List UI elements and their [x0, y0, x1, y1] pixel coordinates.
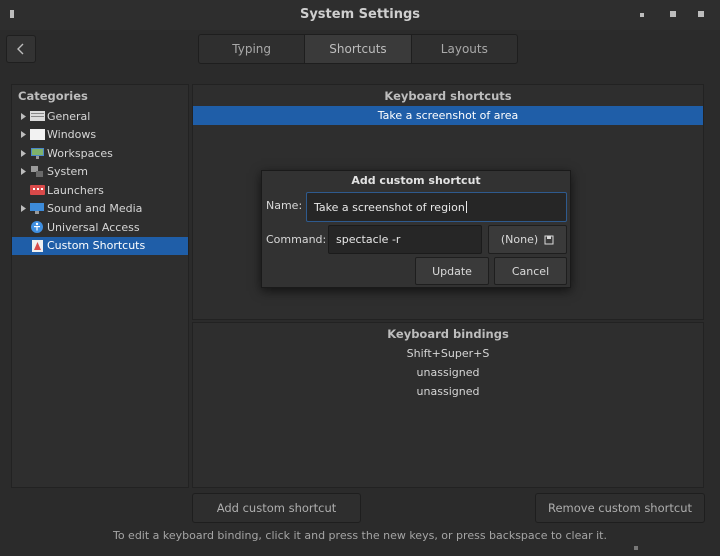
- command-label: Command:: [266, 233, 327, 246]
- categories-header: Categories: [18, 89, 88, 103]
- close-icon[interactable]: [698, 11, 704, 17]
- name-input-value: Take a screenshot of region: [314, 200, 465, 214]
- sidebar-item-label: Launchers: [47, 183, 104, 197]
- sidebar-item-label: Universal Access: [47, 220, 140, 234]
- system-icon: [29, 166, 45, 178]
- maximize-icon[interactable]: [670, 11, 676, 17]
- sidebar-item-general[interactable]: General: [12, 107, 188, 126]
- minimize-icon[interactable]: [640, 13, 644, 17]
- launchers-icon: [29, 184, 45, 196]
- sidebar-item-universal-access[interactable]: Universal Access: [12, 218, 188, 237]
- command-file-button-label: (None): [500, 233, 539, 246]
- sidebar-item-sound-and-media[interactable]: Sound and Media: [12, 200, 188, 219]
- universal-access-icon: [29, 221, 45, 234]
- sidebar-item-custom-shortcuts[interactable]: Custom Shortcuts: [12, 236, 188, 255]
- windows-icon: [29, 129, 45, 141]
- chevron-left-icon: [17, 43, 24, 55]
- file-icon: [544, 235, 554, 244]
- custom-shortcuts-icon: [29, 239, 45, 252]
- update-button[interactable]: Update: [415, 257, 489, 285]
- add-custom-shortcut-dialog: Add custom shortcut Name: Take a screens…: [261, 170, 571, 288]
- keyboard-shortcuts-header: Keyboard shortcuts: [384, 89, 512, 103]
- binding-row[interactable]: unassigned: [193, 363, 703, 382]
- tab-typing[interactable]: Typing: [199, 35, 306, 63]
- expand-arrow-icon[interactable]: [17, 112, 29, 120]
- name-input[interactable]: Take a screenshot of region: [306, 192, 567, 222]
- command-file-button[interactable]: (None): [488, 225, 567, 254]
- hint-text: To edit a keyboard binding, click it and…: [112, 529, 607, 542]
- keyboard-bindings-panel: Keyboard bindings Shift+Super+S unassign…: [192, 322, 704, 488]
- sidebar-item-system[interactable]: System: [12, 163, 188, 182]
- add-custom-shortcut-button[interactable]: Add custom shortcut: [192, 493, 361, 523]
- cancel-button[interactable]: Cancel: [494, 257, 567, 285]
- general-icon: [29, 110, 45, 122]
- sidebar-item-launchers[interactable]: Launchers: [12, 181, 188, 200]
- text-caret: [465, 201, 467, 213]
- workspaces-icon: [29, 147, 45, 159]
- sidebar-item-windows[interactable]: Windows: [12, 126, 188, 145]
- tab-bar: Typing Shortcuts Layouts: [198, 34, 518, 64]
- binding-row[interactable]: Shift+Super+S: [193, 344, 703, 363]
- resize-grip-icon[interactable]: [634, 546, 638, 550]
- window-title: System Settings: [299, 7, 421, 22]
- tab-layouts[interactable]: Layouts: [412, 35, 517, 63]
- command-input[interactable]: spectacle -r: [328, 225, 482, 254]
- back-button[interactable]: [6, 35, 36, 63]
- sidebar-item-label: Custom Shortcuts: [47, 239, 146, 253]
- name-label: Name:: [266, 199, 303, 212]
- expand-arrow-icon[interactable]: [17, 168, 29, 176]
- remove-custom-shortcut-button[interactable]: Remove custom shortcut: [535, 493, 705, 523]
- tab-shortcuts[interactable]: Shortcuts: [305, 35, 412, 63]
- categories-list: Categories General Windows Workspaces Sy…: [11, 84, 189, 488]
- sidebar-item-workspaces[interactable]: Workspaces: [12, 144, 188, 163]
- binding-row[interactable]: unassigned: [193, 382, 703, 401]
- sound-media-icon: [29, 203, 45, 215]
- dialog-title: Add custom shortcut: [351, 174, 481, 187]
- shortcut-row[interactable]: Take a screenshot of area: [193, 106, 703, 125]
- expand-arrow-icon[interactable]: [17, 205, 29, 213]
- sidebar-item-label: Windows: [47, 128, 97, 142]
- keyboard-bindings-header: Keyboard bindings: [387, 327, 509, 341]
- sidebar-item-label: Sound and Media: [47, 202, 143, 216]
- command-input-value: spectacle -r: [336, 233, 401, 246]
- expand-arrow-icon[interactable]: [17, 149, 29, 157]
- sidebar-item-label: Workspaces: [47, 146, 113, 160]
- sidebar-item-label: General: [47, 109, 91, 123]
- expand-arrow-icon[interactable]: [17, 131, 29, 139]
- sidebar-item-label: System: [47, 165, 89, 179]
- title-bar: System Settings: [0, 0, 720, 30]
